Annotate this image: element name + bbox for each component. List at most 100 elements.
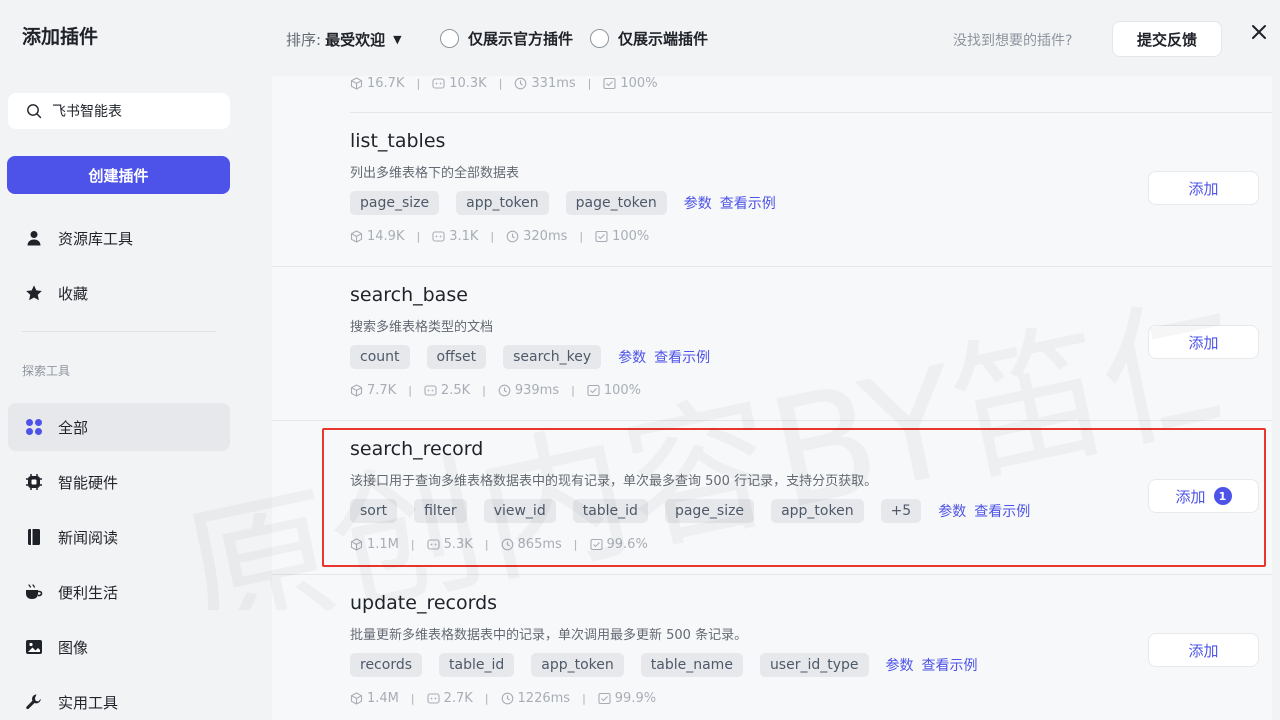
sidebar-item-library-tools[interactable]: 资源库工具 [8, 214, 230, 262]
downloads-stat: 14.9K [350, 229, 404, 244]
radio-circle [590, 29, 609, 48]
official-only-radio[interactable]: 仅展示官方插件 [440, 28, 573, 49]
success-rate-icon [587, 384, 600, 397]
view-example-link[interactable]: 查看示例 [922, 655, 978, 675]
param-tag: +5 [880, 499, 922, 523]
category-label: 图像 [58, 638, 89, 657]
param-tags: count offset search_key 参数 查看示例 [350, 345, 718, 369]
category-label: 便利生活 [58, 583, 119, 602]
category-smart-hardware[interactable]: 智能硬件 [8, 458, 230, 506]
category-image[interactable]: 图像 [8, 623, 230, 671]
downloads-stat: 1.1M [350, 537, 399, 552]
view-example-link[interactable]: 查看示例 [974, 501, 1030, 521]
success-stat: 99.6% [589, 537, 648, 552]
calls-stat: 2.7K [427, 691, 473, 706]
add-plugin-button[interactable]: 添加 1 [1148, 479, 1259, 513]
user-icon [24, 228, 44, 248]
category-all[interactable]: 全部 [8, 403, 230, 451]
calls-stat: 3.1K [432, 229, 478, 244]
latency-stat: 331ms [514, 76, 576, 91]
success-stat: 100% [587, 383, 641, 398]
calls-stat: 5.3K [427, 537, 473, 552]
plugin-row: update_records 批量更新多维表格数据表中的记录，单次调用最多更新 … [272, 575, 1272, 720]
success-stat: 100% [595, 229, 649, 244]
latency-stat: 320ms [506, 229, 567, 244]
sort-dropdown[interactable]: 排序: 最受欢迎 ▼ [286, 29, 402, 50]
calls-stat: 2.5K [424, 383, 470, 398]
add-plugin-button[interactable]: 添加 [1148, 633, 1259, 667]
search-input[interactable]: 飞书智能表 [8, 93, 230, 129]
category-utilities[interactable]: 实用工具 [8, 678, 230, 720]
success-rate-icon [589, 538, 603, 551]
param-tag: app_token [771, 499, 864, 523]
cube-icon [350, 77, 363, 90]
caret-down-icon: ▼ [393, 33, 402, 46]
param-tag: page_size [664, 499, 755, 523]
plugin-name: search_base [350, 284, 468, 306]
dialog-title: 添加插件 [22, 26, 99, 48]
sort-value: 最受欢迎 [325, 31, 386, 49]
param-tag: offset [426, 345, 487, 369]
calls-icon [427, 693, 440, 704]
params-link[interactable]: 参数 [684, 193, 712, 213]
category-news-reading[interactable]: 新闻阅读 [8, 513, 230, 561]
radio-label: 仅展示官方插件 [468, 30, 574, 48]
image-icon [24, 637, 44, 657]
param-tags: page_size app_token page_token 参数 查看示例 [350, 191, 784, 215]
latency-stat: 939ms [498, 383, 559, 398]
param-tags: sort filter view_id table_id page_size app_to… [350, 499, 1038, 523]
param-tag: records [350, 653, 423, 677]
category-label: 智能硬件 [58, 473, 119, 492]
success-rate-icon [598, 692, 611, 705]
success-stat: 100% [603, 76, 658, 91]
calls-icon [427, 539, 440, 550]
plugin-stats: 1.4M | 2.7K | 1226ms | 99.9% [350, 691, 656, 706]
sort-label: 排序: [286, 31, 322, 49]
sidebar-item-favorites[interactable]: 收藏 [8, 269, 230, 317]
count-badge: 1 [1213, 487, 1232, 505]
search-icon [27, 104, 42, 119]
category-convenient-life[interactable]: 便利生活 [8, 568, 230, 616]
sidebar-item-label: 收藏 [58, 284, 89, 303]
close-icon[interactable] [1249, 22, 1269, 42]
calls-icon [432, 231, 445, 242]
plugin-row: search_record 该接口用于查询多维表格数据表中的现有记录，单次最多查… [272, 421, 1272, 575]
cube-icon [350, 230, 363, 243]
create-plugin-button[interactable]: 创建插件 [7, 156, 230, 194]
add-plugin-button[interactable]: 添加 [1148, 171, 1259, 205]
grid-icon [24, 417, 44, 437]
param-tag: table_id [439, 653, 515, 677]
view-example-link[interactable]: 查看示例 [720, 193, 776, 213]
view-example-link[interactable]: 查看示例 [654, 347, 710, 367]
param-tag: view_id [483, 499, 556, 523]
plugin-row: search_base 搜索多维表格类型的文档 count offset searc… [272, 267, 1272, 421]
param-tag: search_key [503, 345, 602, 369]
param-tag: page_token [565, 191, 667, 215]
success-rate-icon [595, 230, 608, 243]
latency-stat: 865ms [501, 537, 562, 552]
plugin-stats: 1.1M | 5.3K | 865ms | 99.6% [350, 537, 648, 552]
plugin-description: 批量更新多维表格数据表中的记录，单次调用最多更新 500 条记录。 [350, 628, 748, 643]
add-plugin-button[interactable]: 添加 [1148, 325, 1259, 359]
params-link[interactable]: 参数 [886, 655, 914, 675]
param-tag: page_size [350, 191, 440, 215]
cube-icon [350, 384, 363, 397]
param-tag: count [350, 345, 410, 369]
param-tag: app_token [531, 653, 624, 677]
plugin-description: 列出多维表格下的全部数据表 [350, 166, 520, 181]
divider [22, 331, 216, 332]
plugin-description: 搜索多维表格类型的文档 [350, 320, 494, 335]
feedback-button[interactable]: 提交反馈 [1112, 21, 1222, 57]
sidebar-item-label: 资源库工具 [58, 229, 134, 248]
clock-icon [501, 692, 513, 705]
device-only-radio[interactable]: 仅展示端插件 [590, 28, 708, 49]
plugin-name: search_record [350, 438, 484, 460]
sidebar: 添加插件 飞书智能表 创建插件 资源库工具 收藏 探索工具 全部 智能硬件 新闻… [0, 0, 244, 720]
params-link[interactable]: 参数 [938, 501, 966, 521]
success-rate-icon [603, 77, 616, 90]
params-link[interactable]: 参数 [618, 347, 646, 367]
param-tag: filter [414, 499, 467, 523]
star-icon [24, 283, 44, 303]
plugin-description: 该接口用于查询多维表格数据表中的现有记录，单次最多查询 500 行记录，支持分页… [350, 474, 878, 489]
toolbar: 排序: 最受欢迎 ▼ 仅展示官方插件 仅展示端插件 没找到想要的插件? 提交反馈 [244, 0, 1280, 76]
